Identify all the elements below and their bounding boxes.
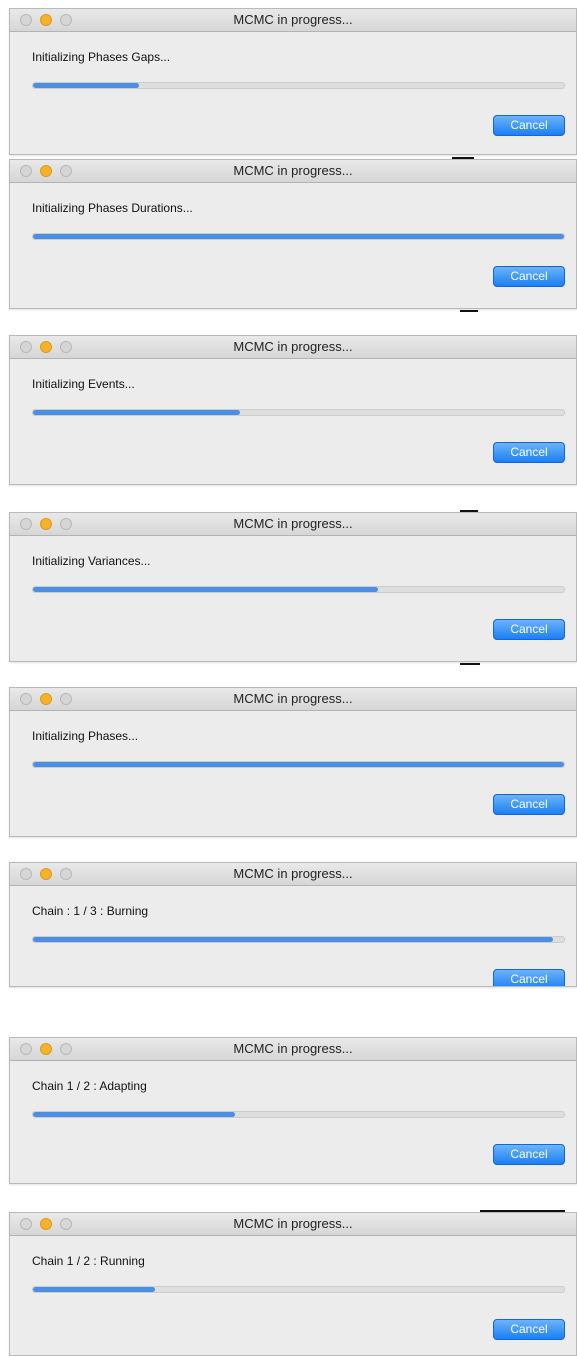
progress-bar-fill — [33, 1112, 235, 1117]
screenshot-seam — [452, 157, 474, 159]
progress-dialog: MCMC in progress... Chain 1 / 2 : Runnin… — [9, 1212, 577, 1356]
window-title: MCMC in progress... — [233, 12, 353, 27]
progress-bar-fill — [33, 1287, 156, 1292]
title-bar[interactable]: MCMC in progress... — [10, 513, 576, 536]
window-title: MCMC in progress... — [233, 516, 353, 531]
progress-dialog: MCMC in progress... Initializing Varianc… — [9, 512, 577, 662]
progress-bar-fill — [33, 234, 564, 239]
progress-bar — [32, 761, 565, 768]
progress-bar-fill — [33, 410, 241, 415]
title-bar[interactable]: MCMC in progress... — [10, 160, 576, 183]
title-bar[interactable]: MCMC in progress... — [10, 863, 576, 886]
progress-bar-fill — [33, 587, 379, 592]
screenshot-seam — [460, 663, 480, 665]
window-title: MCMC in progress... — [233, 1041, 353, 1056]
status-text: Chain 1 / 2 : Adapting — [32, 1079, 147, 1093]
progress-dialog: MCMC in progress... Initializing Phases … — [9, 8, 577, 155]
progress-bar-fill — [33, 762, 564, 767]
title-bar[interactable]: MCMC in progress... — [10, 1038, 576, 1061]
title-bar[interactable]: MCMC in progress... — [10, 1213, 576, 1236]
progress-dialog: MCMC in progress... Initializing Phases.… — [9, 687, 577, 837]
progress-bar — [32, 586, 565, 593]
cancel-button[interactable]: Cancel — [493, 442, 565, 463]
window-title: MCMC in progress... — [233, 691, 353, 706]
progress-dialog: MCMC in progress... Initializing Phases … — [9, 159, 577, 309]
window-title: MCMC in progress... — [233, 339, 353, 354]
cancel-button[interactable]: Cancel — [493, 619, 565, 640]
progress-bar-fill — [33, 937, 554, 942]
title-bar[interactable]: MCMC in progress... — [10, 336, 576, 359]
status-text: Initializing Phases Gaps... — [32, 50, 171, 64]
progress-bar-fill — [33, 83, 140, 88]
progress-bar — [32, 936, 565, 943]
screenshot-seam — [460, 310, 478, 312]
progress-bar — [32, 233, 565, 240]
progress-bar — [32, 1111, 565, 1118]
progress-bar — [32, 409, 565, 416]
cancel-button[interactable]: Cancel — [493, 969, 565, 986]
window-title: MCMC in progress... — [233, 163, 353, 178]
status-text: Initializing Variances... — [32, 554, 151, 568]
progress-dialog: MCMC in progress... Initializing Events.… — [9, 335, 577, 485]
progress-dialog: MCMC in progress... Chain : 1 / 3 : Burn… — [9, 862, 577, 987]
window-title: MCMC in progress... — [233, 1216, 353, 1231]
progress-bar — [32, 82, 565, 89]
cancel-button[interactable]: Cancel — [493, 794, 565, 815]
progress-bar — [32, 1286, 565, 1293]
screenshot-seam — [460, 510, 478, 512]
cancel-button[interactable]: Cancel — [493, 1144, 565, 1165]
cancel-button[interactable]: Cancel — [493, 115, 565, 136]
status-text: Chain 1 / 2 : Running — [32, 1254, 145, 1268]
cancel-button[interactable]: Cancel — [493, 1319, 565, 1340]
window-title: MCMC in progress... — [233, 866, 353, 881]
status-text: Chain : 1 / 3 : Burning — [32, 904, 149, 918]
status-text: Initializing Events... — [32, 377, 135, 391]
status-text: Initializing Phases... — [32, 729, 139, 743]
cancel-button[interactable]: Cancel — [493, 266, 565, 287]
status-text: Initializing Phases Durations... — [32, 201, 193, 215]
title-bar[interactable]: MCMC in progress... — [10, 9, 576, 32]
screenshot-seam — [480, 1210, 565, 1212]
title-bar[interactable]: MCMC in progress... — [10, 688, 576, 711]
progress-dialog: MCMC in progress... Chain 1 / 2 : Adapti… — [9, 1037, 577, 1184]
